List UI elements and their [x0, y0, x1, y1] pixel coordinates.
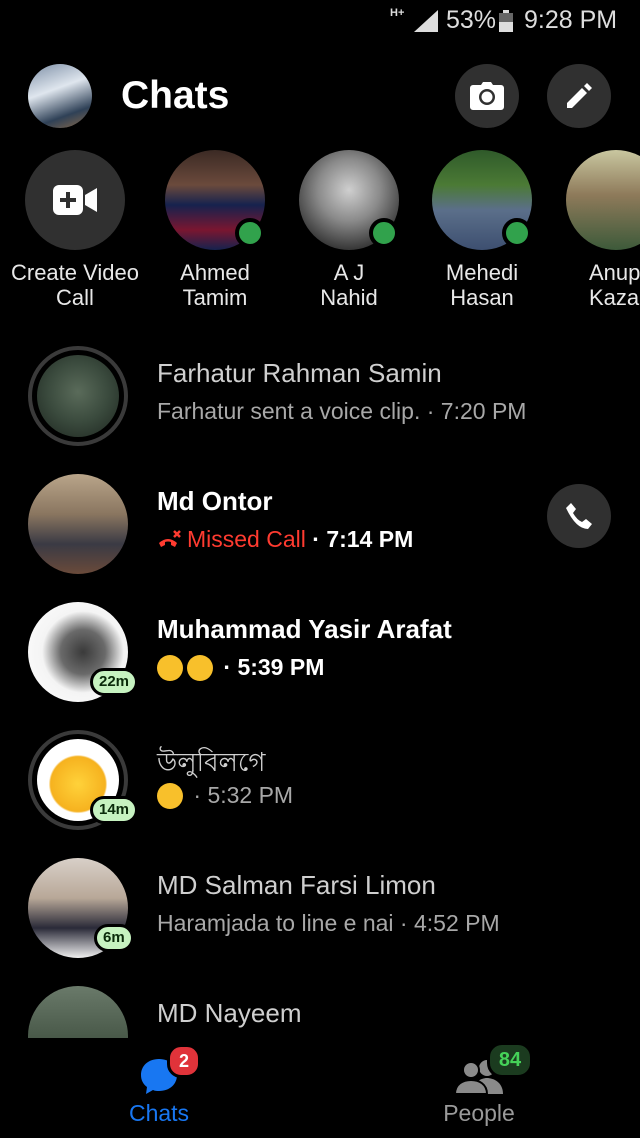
chat-row-md-nayeem[interactable]: MD Nayeem [0, 978, 640, 1038]
battery-icon [499, 10, 513, 32]
battery-percent: 53% [446, 6, 497, 34]
create-video-call[interactable]: Create Video Call [8, 150, 142, 310]
missed-call-icon [159, 529, 181, 547]
story-aj-nahid[interactable]: A J Nahid [282, 150, 416, 310]
online-indicator [502, 218, 532, 248]
active-count-badge: 84 [487, 1042, 533, 1078]
expressionless-face-emoji [157, 782, 183, 809]
avatar [28, 986, 128, 1038]
profile-avatar[interactable] [28, 64, 92, 128]
chat-name: Farhatur Rahman Samin [157, 358, 442, 388]
camera-icon [470, 82, 504, 110]
tab-label: People [443, 1100, 515, 1126]
avatar [28, 474, 128, 574]
tab-label: Chats [128, 1100, 190, 1126]
chat-snippet: · 5:39 PM [157, 654, 324, 681]
story-name: A J Nahid [320, 260, 378, 310]
compose-button[interactable] [547, 64, 611, 128]
avatar [299, 150, 399, 250]
chat-name: MD Nayeem [157, 998, 302, 1028]
status-bar: H+ 53% 9:28 PM [0, 0, 640, 44]
missed-call-label: Missed Call [157, 526, 306, 553]
active-time-badge: 6m [94, 924, 134, 952]
chat-row-md-salman-farsi-limon[interactable]: 6m MD Salman Farsi Limon Haramjada to li… [0, 850, 640, 978]
chat-name: MD Salman Farsi Limon [157, 870, 436, 900]
chat-row-md-ontor[interactable]: Md Ontor Missed Call · 7:14 PM [0, 466, 640, 594]
story-name: Anup Kaza [589, 260, 640, 310]
chat-row-muhammad-yasir-arafat[interactable]: 22m Muhammad Yasir Arafat · 5:39 PM [0, 594, 640, 722]
chat-snippet: · 5:32 PM [157, 782, 293, 809]
phone-icon [566, 503, 592, 529]
create-video-call-button[interactable] [25, 150, 125, 250]
rolling-on-floor-laughing-emoji [157, 654, 183, 681]
page-title: Chats [121, 74, 230, 117]
tab-chats[interactable]: 2 Chats [59, 1038, 259, 1138]
tab-people[interactable]: 84 People [379, 1038, 579, 1138]
story-anup-kaza[interactable]: Anup Kaza [549, 150, 640, 310]
signal-icon [414, 10, 438, 32]
story-mehedi-hasan[interactable]: Mehedi Hasan [415, 150, 549, 310]
unread-badge: 2 [167, 1044, 201, 1078]
avatar [566, 150, 640, 250]
avatar [165, 150, 265, 250]
story-name: Create Video Call [10, 260, 139, 310]
chat-row-ulubilge[interactable]: 14m উলুবিলগে · 5:32 PM [0, 722, 640, 850]
online-indicator [235, 218, 265, 248]
chat-snippet: Missed Call · 7:14 PM [157, 526, 413, 553]
story-name: Ahmed Tamim [180, 260, 250, 310]
active-time-badge: 22m [90, 668, 139, 696]
chat-row-farhatur-rahman-samin[interactable]: Farhatur Rahman Samin Farhatur sent a vo… [0, 338, 640, 466]
avatar: 6m [28, 858, 134, 958]
chat-name: Md Ontor [157, 486, 273, 516]
avatar [432, 150, 532, 250]
video-plus-icon [53, 185, 97, 215]
avatar: 14m [28, 730, 139, 830]
rolling-on-floor-laughing-emoji [187, 654, 213, 681]
online-indicator [369, 218, 399, 248]
active-time-badge: 14m [90, 796, 139, 824]
chat-snippet: Haramjada to line e nai · 4:52 PM [157, 910, 500, 936]
call-back-button[interactable] [547, 484, 611, 548]
chat-name: উলুবিলগে [157, 747, 266, 777]
avatar [28, 346, 128, 446]
network-type: H+ [390, 7, 405, 19]
story-name: Mehedi Hasan [445, 260, 519, 310]
pencil-icon [567, 83, 592, 108]
avatar: 22m [28, 602, 139, 702]
camera-button[interactable] [455, 64, 519, 128]
chat-snippet: Farhatur sent a voice clip. · 7:20 PM [157, 398, 527, 424]
story-ahmed-tamim[interactable]: Ahmed Tamim [148, 150, 282, 310]
bottom-navigation: 2 Chats 84 People [0, 1038, 640, 1138]
clock: 9:28 PM [524, 6, 618, 34]
chat-name: Muhammad Yasir Arafat [157, 614, 452, 644]
